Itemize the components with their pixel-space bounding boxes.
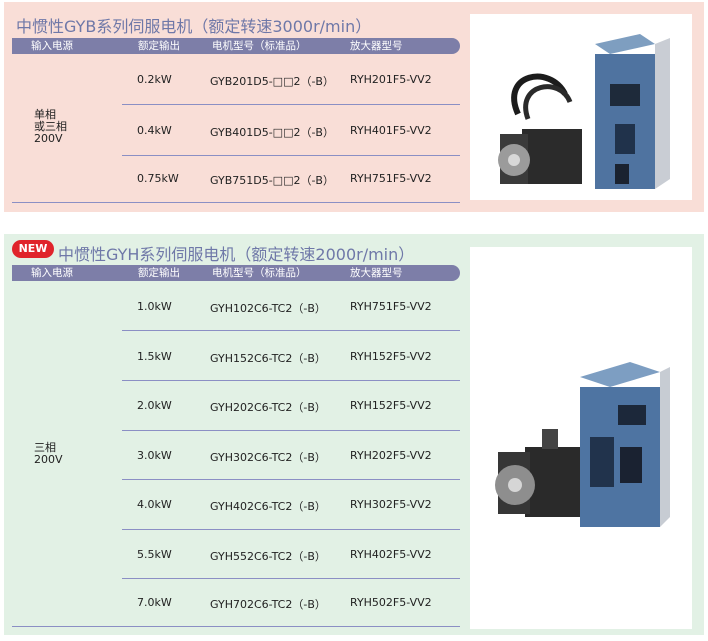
header-amplifier-model: 放大器型号 xyxy=(350,267,403,279)
amplifier-model: RYH751F5-VV2 xyxy=(350,300,432,313)
gyh-series-panel: NEW 中惯性GYH系列伺服电机（额定转速2000r/min） 输入电源 额定输… xyxy=(4,234,704,635)
gyh-series-title: 中惯性GYH系列伺服电机（额定转速2000r/min） xyxy=(58,245,415,264)
amplifier-model: RYH201F5-VV2 xyxy=(350,73,432,86)
amplifier-model: RYH502F5-VV2 xyxy=(350,596,432,609)
amplifier-model: RYH202F5-VV2 xyxy=(350,449,432,462)
table-row: 0.75kW GYB751D5-□□2（-B） RYH751F5-VV2 xyxy=(122,156,460,202)
table-row: 3.0kW GYH302C6-TC2（-B） RYH202F5-VV2 xyxy=(122,431,460,480)
motor-model: GYH552C6-TC2（-B） xyxy=(210,550,326,563)
table-row: 1.5kW GYH152C6-TC2（-B） RYH152F5-VV2 xyxy=(122,331,460,381)
amplifier-model: RYH152F5-VV2 xyxy=(350,399,432,412)
amplifier-model: RYH302F5-VV2 xyxy=(350,498,432,511)
table-row: 4.0kW GYH402C6-TC2（-B） RYH302F5-VV2 xyxy=(122,480,460,530)
motor-model: GYH302C6-TC2（-B） xyxy=(210,451,326,464)
header-amplifier-model: 放大器型号 xyxy=(350,40,403,52)
amplifier-model: RYH401F5-VV2 xyxy=(350,124,432,137)
table-bottom-rule xyxy=(12,202,460,203)
header-rated-output: 额定输出 xyxy=(138,40,180,52)
rated-output: 1.5kW xyxy=(137,350,172,363)
table-bottom-rule xyxy=(12,626,460,627)
gyh-table-header: 输入电源 额定输出 电机型号（标准品） 放大器型号 xyxy=(12,265,460,281)
gyb-product-photo xyxy=(470,14,692,200)
motor-model: GYH402C6-TC2（-B） xyxy=(210,500,326,513)
rated-output: 7.0kW xyxy=(137,596,172,609)
rated-output: 4.0kW xyxy=(137,498,172,511)
header-motor-model: 电机型号（标准品） xyxy=(212,40,307,52)
amplifier-model: RYH402F5-VV2 xyxy=(350,548,432,561)
amplifier-model: RYH751F5-VV2 xyxy=(350,172,432,185)
motor-model: GYH102C6-TC2（-B） xyxy=(210,302,326,315)
table-row: 5.5kW GYH552C6-TC2（-B） RYH402F5-VV2 xyxy=(122,530,460,579)
rated-output: 3.0kW xyxy=(137,449,172,462)
header-input-source: 输入电源 xyxy=(31,267,73,279)
table-row: 7.0kW GYH702C6-TC2（-B） RYH502F5-VV2 xyxy=(122,579,460,625)
rated-output: 0.4kW xyxy=(137,124,172,137)
motor-model: GYB401D5-□□2（-B） xyxy=(210,126,334,139)
motor-model: GYB751D5-□□2（-B） xyxy=(210,174,334,187)
motor-model: GYB201D5-□□2（-B） xyxy=(210,75,334,88)
servo-motor-and-amplifier-image xyxy=(498,34,670,189)
rated-output: 1.0kW xyxy=(137,300,172,313)
header-motor-model: 电机型号（标准品） xyxy=(212,267,307,279)
gyh-input-source: 三相 200V xyxy=(34,441,63,466)
amplifier-model: RYH152F5-VV2 xyxy=(350,350,432,363)
rated-output: 2.0kW xyxy=(137,399,172,412)
rated-output: 0.75kW xyxy=(137,172,179,185)
table-row: 2.0kW GYH202C6-TC2（-B） RYH152F5-VV2 xyxy=(122,381,460,431)
table-row: 0.2kW GYB201D5-□□2（-B） RYH201F5-VV2 xyxy=(122,54,460,105)
servo-motor-and-amplifier-image xyxy=(495,362,670,527)
rated-output: 5.5kW xyxy=(137,548,172,561)
gyb-series-panel: 中惯性GYB系列伺服电机（额定转速3000r/min） 输入电源 额定输出 电机… xyxy=(4,2,704,212)
table-row: 1.0kW GYH102C6-TC2（-B） RYH751F5-VV2 xyxy=(122,281,460,331)
gyb-input-source: 单相 或三相 200V xyxy=(34,108,67,145)
header-input-source: 输入电源 xyxy=(31,40,73,52)
rated-output: 0.2kW xyxy=(137,73,172,86)
motor-model: GYH702C6-TC2（-B） xyxy=(210,598,326,611)
header-rated-output: 额定输出 xyxy=(138,267,180,279)
new-badge: NEW xyxy=(12,240,54,258)
gyh-product-photo xyxy=(470,247,692,629)
table-row: 0.4kW GYB401D5-□□2（-B） RYH401F5-VV2 xyxy=(122,105,460,156)
gyb-series-title: 中惯性GYB系列伺服电机（额定转速3000r/min） xyxy=(16,17,372,36)
gyb-table-header: 输入电源 额定输出 电机型号（标准品） 放大器型号 xyxy=(12,38,460,54)
motor-model: GYH152C6-TC2（-B） xyxy=(210,352,326,365)
motor-model: GYH202C6-TC2（-B） xyxy=(210,401,326,414)
